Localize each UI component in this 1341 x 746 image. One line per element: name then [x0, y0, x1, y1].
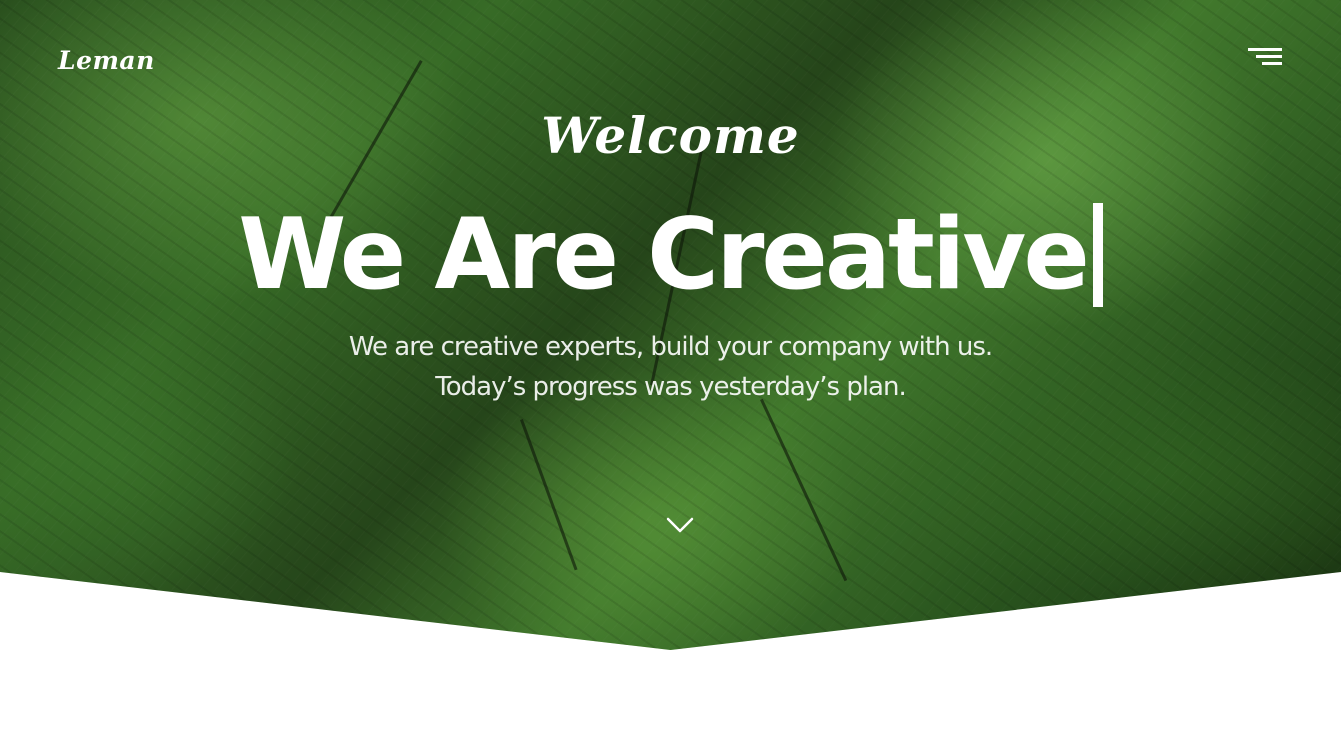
- hero-headline: We Are Creative: [238, 198, 1090, 312]
- menu-line: [1248, 48, 1282, 51]
- hero-overlay: [0, 0, 1341, 650]
- chevron-down-icon[interactable]: [662, 512, 698, 538]
- hero-section: Leman Welcome We Are Creative We are cre…: [0, 0, 1341, 650]
- hero-subtitle-line-2: Today’s progress was yesterday’s plan.: [435, 372, 906, 402]
- hamburger-menu-icon[interactable]: [1244, 44, 1284, 70]
- welcome-text: Welcome: [541, 106, 800, 165]
- typing-cursor: [1092, 203, 1103, 307]
- hero-subtitle-line-1: We are creative experts, build your comp…: [348, 332, 993, 362]
- headline-container: We Are Creative: [0, 200, 1341, 310]
- site-logo[interactable]: Leman: [58, 46, 155, 75]
- menu-line: [1256, 55, 1282, 58]
- page: Leman Welcome We Are Creative We are cre…: [0, 0, 1341, 746]
- menu-line: [1262, 62, 1282, 65]
